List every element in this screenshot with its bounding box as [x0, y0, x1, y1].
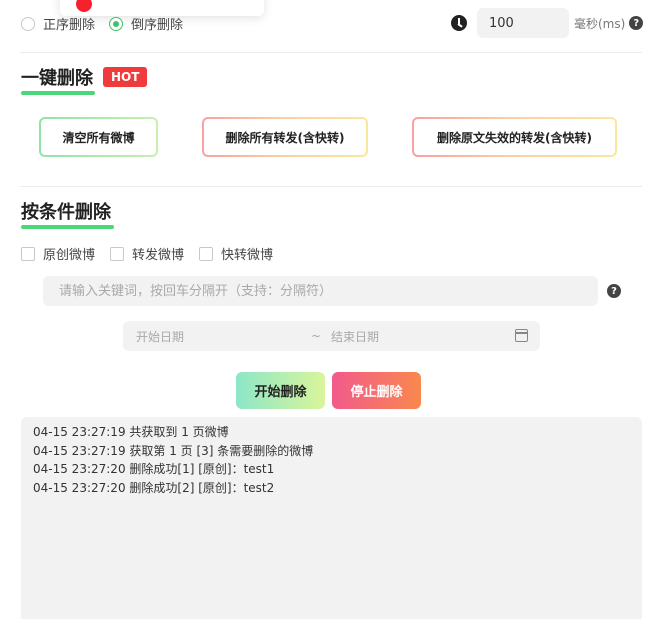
error-icon: [76, 0, 92, 12]
checkbox-label: 快转微博: [221, 248, 274, 263]
type-filter-group: 原创微博 转发微博 快转微博: [21, 244, 288, 263]
hot-badge: HOT: [103, 67, 148, 87]
conditional-title: 按条件删除: [21, 198, 114, 229]
radio-dot-selected[interactable]: [109, 16, 124, 31]
delete-order-group: 正序删除 倒序删除: [21, 14, 197, 33]
checkbox-original[interactable]: 原创微博: [21, 244, 95, 263]
divider: [20, 186, 642, 187]
title-underline: [21, 91, 95, 95]
radio-label: 倒序删除: [131, 18, 184, 33]
button-label: 清空所有微博: [41, 119, 156, 155]
one-click-title: 一键删除: [21, 64, 95, 95]
radio-ascending[interactable]: 正序删除: [21, 14, 95, 33]
section-title-text: 一键删除: [21, 68, 93, 89]
log-panel: 04-15 23:27:19 共获取到 1 页微博 04-15 23:27:19…: [21, 417, 642, 619]
end-date-input[interactable]: 结束日期: [331, 328, 379, 345]
checkbox-box[interactable]: [110, 246, 125, 261]
start-date-input[interactable]: 开始日期: [136, 328, 184, 345]
radio-dot[interactable]: [21, 16, 35, 31]
help-icon[interactable]: ?: [607, 284, 621, 298]
checkbox-box[interactable]: [199, 246, 214, 261]
checkbox-label: 原创微博: [43, 248, 96, 263]
delete-all-reposts-button[interactable]: 删除所有转发(含快转): [202, 117, 368, 157]
checkbox-quick-repost[interactable]: 快转微博: [199, 244, 273, 263]
interval-unit: 毫秒(ms): [574, 16, 626, 31]
date-separator: ~: [311, 329, 322, 343]
start-delete-button[interactable]: 开始删除: [236, 372, 325, 409]
button-label: 删除原文失效的转发(含快转): [414, 119, 615, 155]
log-line: 04-15 23:27:19 共获取到 1 页微博: [33, 425, 229, 439]
section-title-text: 按条件删除: [21, 202, 111, 223]
radio-descending[interactable]: 倒序删除: [109, 14, 183, 33]
checkbox-repost[interactable]: 转发微博: [110, 244, 184, 263]
date-range-picker[interactable]: 开始日期 ~ 结束日期: [123, 321, 540, 351]
divider: [20, 52, 642, 53]
interval-input[interactable]: [477, 8, 569, 38]
delete-invalid-reposts-button[interactable]: 删除原文失效的转发(含快转): [412, 117, 617, 157]
toast-message: [100, 0, 220, 5]
clear-all-weibo-button[interactable]: 清空所有微博: [39, 117, 158, 157]
clock-icon: [451, 15, 467, 31]
radio-label: 正序删除: [43, 18, 96, 33]
interval-control: 毫秒(ms) ?: [451, 8, 644, 38]
help-icon[interactable]: ?: [629, 16, 644, 30]
log-line: 04-15 23:27:20 删除成功[2] [原创]：test2: [33, 480, 275, 495]
checkbox-label: 转发微博: [132, 248, 185, 263]
keyword-input[interactable]: [43, 276, 598, 306]
button-label: 删除所有转发(含快转): [204, 119, 366, 155]
log-line: 04-15 23:27:20 删除成功[1] [原创]：test1: [33, 462, 275, 476]
checkbox-box[interactable]: [21, 246, 35, 261]
title-underline: [21, 225, 114, 229]
stop-delete-button[interactable]: 停止删除: [332, 372, 421, 409]
log-line: 04-15 23:27:19 获取第 1 页 [3] 条需要删除的微博: [33, 443, 314, 458]
calendar-icon[interactable]: [515, 329, 528, 342]
